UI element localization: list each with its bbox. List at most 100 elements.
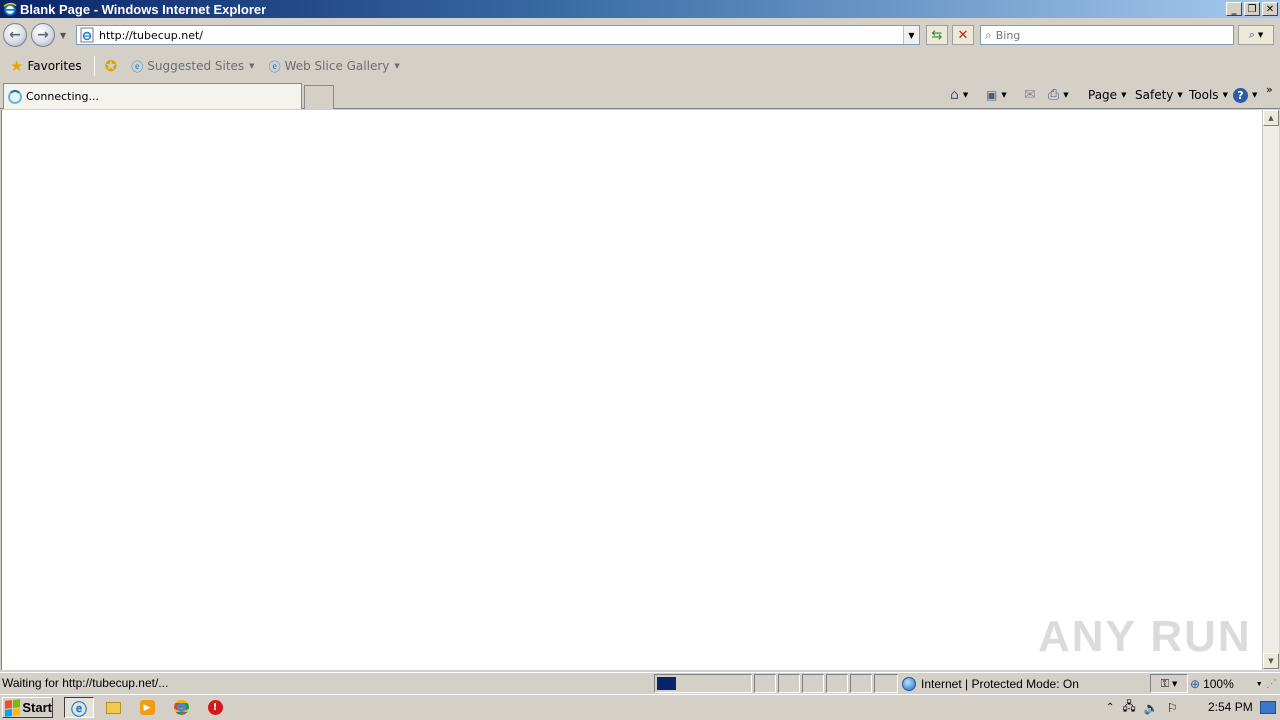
- page-icon: [80, 27, 94, 43]
- arrow-up-icon: ▲: [1268, 114, 1274, 122]
- taskbar-chrome[interactable]: [166, 697, 196, 718]
- watermark: ANY RUN: [1038, 612, 1252, 661]
- taskbar-explorer[interactable]: [98, 697, 128, 718]
- tab-label: Connecting...: [26, 90, 99, 103]
- status-bar: Waiting for http://tubecup.net/... Inter…: [0, 672, 1280, 694]
- caret-down-icon: ▼: [1252, 91, 1258, 99]
- page-menu[interactable]: Page ▼: [1088, 86, 1126, 104]
- feeds-button[interactable]: ▣ ▼: [986, 86, 1007, 104]
- resize-grip-icon[interactable]: ⋰: [1266, 677, 1277, 690]
- navigation-bar: ← → ▼ ▼ ⇆ ✕ ⌕ ⌕ ▼: [0, 18, 1280, 52]
- address-dropdown-button[interactable]: ▼: [903, 26, 919, 44]
- close-button[interactable]: ✕: [1262, 2, 1278, 16]
- start-label: Start: [22, 700, 52, 715]
- chevron-right-double-icon: »: [1266, 82, 1273, 96]
- stop-icon: ✕: [957, 27, 969, 43]
- ie-page-icon: ⓔ: [268, 59, 281, 74]
- favorites-button[interactable]: ★ Favorites: [6, 55, 86, 77]
- protected-mode-button[interactable]: ⚿ ▼: [1150, 674, 1188, 693]
- address-bar[interactable]: ▼: [76, 25, 920, 45]
- read-mail-button[interactable]: ✉: [1024, 86, 1036, 104]
- refresh-icon: ⇆: [931, 27, 943, 43]
- status-text: Waiting for http://tubecup.net/...: [2, 676, 169, 690]
- security-zone[interactable]: Internet | Protected Mode: On: [900, 674, 1079, 693]
- back-button[interactable]: ←: [3, 23, 27, 47]
- show-hidden-icons-button[interactable]: ⌃: [1106, 702, 1114, 713]
- page-content[interactable]: [1, 110, 1262, 670]
- show-desktop-button[interactable]: [1260, 701, 1276, 714]
- minimize-button[interactable]: _: [1226, 2, 1242, 16]
- zone-label: Internet | Protected Mode: On: [921, 676, 1079, 691]
- search-input[interactable]: [995, 28, 1233, 42]
- title-bar[interactable]: Blank Page - Windows Internet Explorer _…: [0, 0, 1280, 18]
- arrow-right-icon: →: [37, 27, 49, 43]
- favorites-bar: ★ Favorites ✪ ⓔ Suggested Sites ▼ ⓔ Web …: [0, 52, 1280, 80]
- status-panel: [826, 674, 848, 693]
- globe-icon: [902, 676, 916, 691]
- chrome-icon: [173, 700, 189, 715]
- caret-down-icon: ▼: [1255, 680, 1263, 688]
- network-icon[interactable]: 🖧: [1122, 697, 1135, 718]
- restore-button[interactable]: ❐: [1244, 2, 1260, 16]
- ie-page-icon: ⓔ: [131, 59, 144, 74]
- scroll-down-button[interactable]: ▼: [1263, 653, 1279, 669]
- safety-menu[interactable]: Safety ▼: [1135, 86, 1183, 104]
- refresh-button[interactable]: ⇆: [926, 25, 948, 45]
- rss-feed-icon: ▣: [986, 88, 998, 102]
- clock[interactable]: 2:54 PM: [1208, 700, 1253, 714]
- volume-icon[interactable]: 🔈: [1144, 701, 1159, 715]
- window-title: Blank Page - Windows Internet Explorer: [20, 1, 267, 17]
- magnifier-icon: ⌕: [1248, 28, 1255, 41]
- arrow-down-icon: ▼: [1268, 657, 1274, 665]
- caret-down-icon: ▼: [394, 62, 400, 70]
- home-button[interactable]: ⌂ ▼: [950, 86, 968, 104]
- arrow-left-icon: ←: [9, 27, 21, 43]
- forward-button[interactable]: →: [31, 23, 55, 47]
- taskbar-media-player[interactable]: ▶: [132, 697, 162, 718]
- caret-down-icon: ▼: [249, 62, 255, 70]
- ie-icon: ⓔ: [70, 699, 87, 719]
- opera-icon: !: [207, 700, 223, 715]
- action-center-flag-icon[interactable]: ⚐: [1167, 701, 1178, 715]
- recent-pages-dropdown[interactable]: ▼: [60, 31, 66, 40]
- tab-current[interactable]: Connecting...: [3, 83, 302, 109]
- search-icon: ⌕: [985, 27, 992, 42]
- print-button[interactable]: ⎙ ▼: [1048, 86, 1069, 104]
- stop-button[interactable]: ✕: [952, 25, 974, 45]
- favorites-label: Favorites: [27, 59, 82, 73]
- mail-icon: ✉: [1024, 87, 1036, 103]
- status-panel: [754, 674, 776, 693]
- scroll-up-button[interactable]: ▲: [1263, 110, 1279, 126]
- caret-down-icon: ▼: [1001, 91, 1007, 99]
- zoom-control[interactable]: ⊕ 100% ▼: [1190, 675, 1263, 693]
- taskbar-internet-explorer[interactable]: ⓔ: [64, 697, 94, 719]
- folder-icon: [105, 701, 121, 714]
- add-to-favorites-button[interactable]: ✪: [101, 55, 122, 77]
- caret-down-icon: ▼: [962, 91, 969, 99]
- taskbar: Start ⓔ ▶ ! ⌃ 🖧 🔈 ⚐ 2:54 PM: [0, 694, 1280, 720]
- star-icon: ★: [10, 57, 24, 75]
- start-button[interactable]: Start: [2, 697, 53, 718]
- printer-icon: ⎙: [1048, 87, 1060, 103]
- windows-logo-icon: [5, 698, 21, 717]
- tools-menu[interactable]: Tools ▼: [1189, 86, 1228, 104]
- lock-icon: ⚿: [1160, 676, 1169, 690]
- taskbar-opera[interactable]: !: [200, 697, 230, 718]
- search-options-icon: ▼: [1257, 31, 1264, 39]
- separator: [93, 56, 95, 76]
- zoom-level: 100%: [1203, 677, 1234, 691]
- status-panel: [850, 674, 872, 693]
- search-box[interactable]: ⌕: [980, 25, 1234, 45]
- suggested-sites-link[interactable]: ⓔ Suggested Sites ▼: [127, 55, 258, 77]
- address-input[interactable]: [99, 27, 903, 43]
- new-tab-button[interactable]: [304, 85, 334, 109]
- caret-down-icon: ▼: [1121, 91, 1127, 99]
- more-commands-button[interactable]: »: [1266, 80, 1273, 98]
- web-slice-gallery-link[interactable]: ⓔ Web Slice Gallery ▼: [265, 55, 404, 77]
- vertical-scrollbar[interactable]: ▲ ▼: [1262, 110, 1279, 670]
- search-button[interactable]: ⌕ ▼: [1238, 25, 1274, 45]
- help-button[interactable]: ? ▼: [1233, 86, 1257, 104]
- status-panel: [874, 674, 898, 693]
- caret-down-icon: ▼: [1063, 91, 1069, 99]
- add-favorite-icon: ✪: [104, 57, 118, 75]
